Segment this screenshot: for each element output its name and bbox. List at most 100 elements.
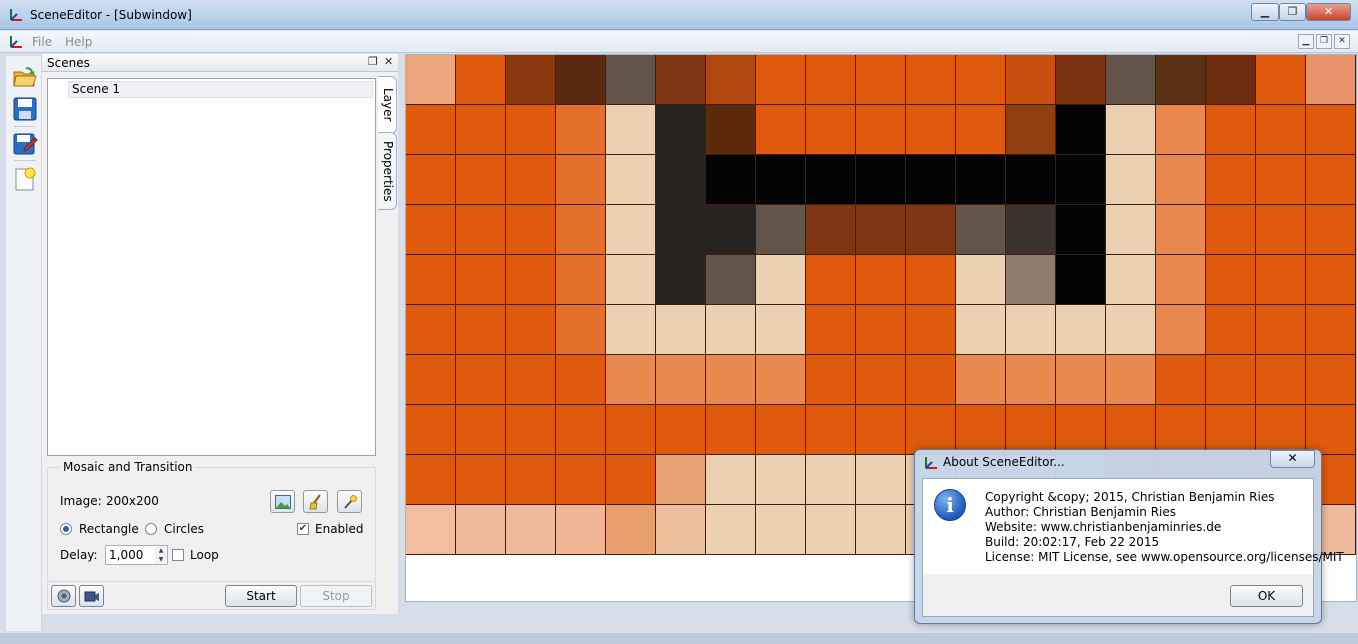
mosaic-tile bbox=[656, 405, 706, 455]
mosaic-tile bbox=[556, 355, 606, 405]
maximize-button[interactable]: ❐ bbox=[1279, 3, 1306, 21]
mosaic-tile bbox=[706, 505, 756, 555]
mosaic-tile bbox=[1156, 405, 1206, 455]
mosaic-tile bbox=[1256, 255, 1306, 305]
start-button[interactable]: Start bbox=[225, 585, 297, 607]
mosaic-tile bbox=[1056, 255, 1106, 305]
mosaic-tile bbox=[1006, 105, 1056, 155]
circles-label: Circles bbox=[164, 522, 204, 536]
mosaic-tile bbox=[456, 55, 506, 105]
folder-open-icon[interactable] bbox=[12, 64, 38, 90]
dock-close-icon[interactable]: ✕ bbox=[384, 55, 393, 68]
mosaic-tile bbox=[1156, 155, 1206, 205]
record-button[interactable] bbox=[79, 585, 104, 607]
mosaic-tile bbox=[606, 455, 656, 505]
circles-radio[interactable] bbox=[145, 523, 157, 535]
load-image-button[interactable] bbox=[270, 490, 295, 513]
mosaic-tile bbox=[1206, 155, 1256, 205]
mosaic-tile bbox=[1156, 255, 1206, 305]
mosaic-tile bbox=[1006, 405, 1056, 455]
mosaic-tile bbox=[1106, 305, 1156, 355]
mdi-restore-button[interactable]: ❐ bbox=[1316, 34, 1332, 49]
mosaic-tile bbox=[406, 55, 456, 105]
mosaic-tile bbox=[506, 255, 556, 305]
camera-icon bbox=[84, 591, 99, 602]
mosaic-tile bbox=[1006, 205, 1056, 255]
spin-up-icon[interactable]: ▲ bbox=[155, 546, 167, 555]
add-scene-button[interactable] bbox=[51, 585, 76, 607]
mosaic-tile bbox=[506, 455, 556, 505]
mosaic-tile bbox=[906, 155, 956, 205]
mosaic-tile bbox=[906, 405, 956, 455]
save-as-icon[interactable] bbox=[12, 130, 38, 156]
mosaic-tile bbox=[906, 355, 956, 405]
mosaic-tile bbox=[806, 305, 856, 355]
mosaic-tile bbox=[956, 55, 1006, 105]
mosaic-tile bbox=[956, 405, 1006, 455]
image-label: Image: bbox=[60, 494, 102, 508]
mosaic-tile bbox=[1256, 355, 1306, 405]
close-window-button[interactable]: ✕ bbox=[1306, 3, 1351, 21]
mosaic-tile bbox=[956, 205, 1006, 255]
mosaic-tile bbox=[406, 355, 456, 405]
mosaic-tile bbox=[456, 305, 506, 355]
tab-layer[interactable]: Layer bbox=[378, 76, 397, 134]
spin-down-icon[interactable]: ▼ bbox=[155, 555, 167, 564]
mosaic-tile bbox=[456, 255, 506, 305]
mosaic-tile bbox=[656, 305, 706, 355]
about-website: Website: www.christianbenjaminries.de bbox=[985, 520, 1222, 534]
about-copyright: Copyright &copy; 2015, Christian Benjami… bbox=[985, 490, 1275, 504]
menu-help[interactable]: Help bbox=[65, 35, 92, 49]
status-strip bbox=[0, 633, 1358, 644]
delay-spinbox[interactable]: 1,000 ▲ ▼ bbox=[105, 545, 168, 565]
mosaic-tile bbox=[856, 355, 906, 405]
about-build: Build: 20:02:17, Feb 22 2015 bbox=[985, 535, 1160, 549]
scene-list[interactable]: Scene 1 bbox=[47, 78, 376, 456]
ok-button[interactable]: OK bbox=[1230, 585, 1303, 607]
mosaic-tile bbox=[656, 105, 706, 155]
mosaic-tile bbox=[706, 305, 756, 355]
mosaic-tile bbox=[956, 155, 1006, 205]
mosaic-tile bbox=[1156, 55, 1206, 105]
new-document-icon[interactable] bbox=[12, 166, 38, 192]
scene-list-item[interactable]: Scene 1 bbox=[68, 81, 373, 98]
mosaic-tile bbox=[856, 405, 906, 455]
clear-image-button[interactable] bbox=[303, 490, 328, 513]
mosaic-tile bbox=[556, 205, 606, 255]
minimize-button[interactable]: ▁ bbox=[1251, 3, 1279, 21]
about-close-button[interactable]: ✕ bbox=[1270, 450, 1315, 468]
mosaic-tile bbox=[1106, 55, 1156, 105]
mosaic-tile bbox=[1256, 55, 1306, 105]
mosaic-tile bbox=[556, 105, 606, 155]
mosaic-tile bbox=[506, 355, 556, 405]
mosaic-tile bbox=[756, 455, 806, 505]
mosaic-tile bbox=[906, 305, 956, 355]
dock-title: Scenes bbox=[47, 56, 90, 70]
rectangle-radio[interactable] bbox=[60, 523, 72, 535]
save-icon[interactable] bbox=[12, 96, 38, 122]
mosaic-tile bbox=[756, 305, 806, 355]
loop-checkbox[interactable] bbox=[172, 549, 184, 561]
mosaic-tile bbox=[1206, 355, 1256, 405]
mosaic-tile bbox=[606, 355, 656, 405]
mdi-close-button[interactable]: ✕ bbox=[1334, 34, 1350, 49]
mosaic-tile bbox=[756, 155, 806, 205]
mosaic-tile bbox=[406, 305, 456, 355]
add-scene-icon bbox=[57, 589, 70, 603]
mosaic-tile bbox=[756, 505, 806, 555]
mosaic-tile bbox=[856, 105, 906, 155]
mosaic-tile bbox=[456, 205, 506, 255]
apply-mosaic-button[interactable] bbox=[337, 490, 362, 513]
mosaic-tile bbox=[1106, 255, 1156, 305]
info-icon: i bbox=[934, 489, 966, 521]
tab-properties[interactable]: Properties bbox=[378, 132, 397, 210]
mosaic-tile bbox=[606, 155, 656, 205]
menu-file[interactable]: File bbox=[32, 35, 52, 49]
stop-button[interactable]: Stop bbox=[300, 585, 372, 607]
mdi-minimize-button[interactable]: ▁ bbox=[1298, 34, 1314, 49]
mosaic-tile bbox=[556, 255, 606, 305]
dock-float-icon[interactable]: ❐ bbox=[368, 55, 378, 68]
mosaic-tile bbox=[906, 55, 956, 105]
enabled-checkbox[interactable]: ✔ bbox=[297, 523, 309, 535]
mosaic-tile bbox=[1206, 305, 1256, 355]
